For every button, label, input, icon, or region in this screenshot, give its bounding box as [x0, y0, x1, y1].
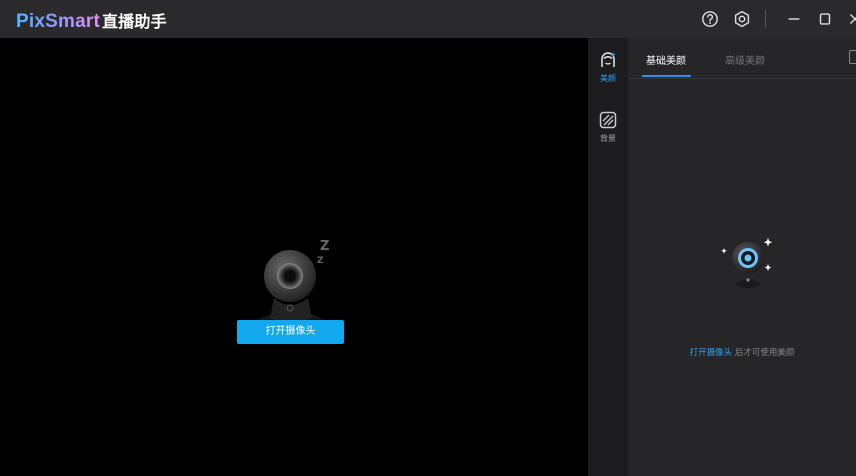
close-icon[interactable]: [845, 9, 856, 29]
app-logo: PixSmart 直播助手: [16, 8, 167, 33]
sleep-z-small: Z: [317, 256, 324, 266]
help-icon[interactable]: [700, 9, 720, 29]
panel-collapse-icon[interactable]: [849, 50, 856, 64]
beauty-face-icon: [601, 52, 616, 67]
open-camera-link[interactable]: 打开摄像头: [690, 348, 733, 358]
camera-sparkle-icon: [721, 238, 773, 288]
minimize-icon[interactable]: [784, 9, 804, 29]
tab-basic-beauty[interactable]: 基础美颜: [646, 52, 686, 67]
tab-advanced-beauty[interactable]: 高级美颜: [725, 52, 765, 67]
video-stage: Z Z 打开摄像头: [0, 38, 588, 476]
app-brand: PixSmart: [16, 11, 100, 32]
sidebar-item-label-background: 背景: [600, 134, 616, 143]
sidebar-item-beauty[interactable]: 美颜: [588, 50, 628, 84]
beauty-panel: 基础美颜 高级美颜 打开摄像头 后才可使用美颜: [628, 38, 856, 476]
title-bar: PixSmart 直播助手: [0, 0, 856, 38]
sidebar-item-label-beauty: 美颜: [600, 74, 616, 83]
settings-icon[interactable]: [732, 9, 752, 29]
beauty-hint: 打开摄像头 后才可使用美颜: [628, 346, 856, 358]
active-tab-indicator: [642, 75, 691, 77]
app-subtitle: 直播助手: [101, 14, 167, 31]
sleep-z-large: Z: [320, 239, 329, 254]
beauty-tabs: 基础美颜 高级美颜: [628, 38, 856, 79]
maximize-icon[interactable]: [815, 9, 835, 29]
hint-text: 后才可使用美颜: [732, 348, 795, 358]
open-camera-button[interactable]: 打开摄像头: [237, 320, 344, 344]
sidebar-item-background[interactable]: 背景: [588, 110, 628, 144]
tool-sidebar: 美颜 背景: [588, 38, 628, 476]
background-icon: [599, 111, 617, 129]
titlebar-divider: [765, 10, 766, 28]
